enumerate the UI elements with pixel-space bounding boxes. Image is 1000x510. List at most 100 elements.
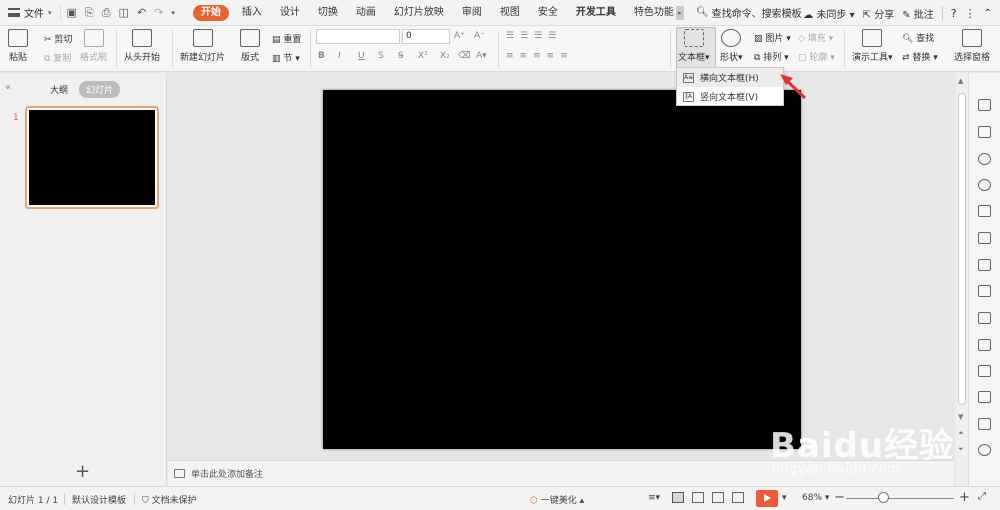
find-button[interactable]: 🔍︎ 查找	[902, 31, 934, 44]
normal-view-icon[interactable]	[672, 492, 684, 503]
zoom-slider-track[interactable]	[846, 498, 954, 499]
copy-button[interactable]: ⧉ 复制	[44, 51, 71, 64]
clear-format-icon[interactable]: ⌫	[458, 51, 471, 61]
section-button[interactable]: ▥ 节 ▾	[272, 51, 300, 64]
tab-view[interactable]: 视图	[491, 0, 529, 26]
print-icon[interactable]: ⎙	[102, 6, 111, 20]
protection-status[interactable]: ⛉ 文档未保护	[142, 493, 197, 506]
collapse-panel-icon[interactable]: «	[5, 82, 11, 93]
paste-button[interactable]: 粘贴	[8, 29, 28, 63]
arrange-button[interactable]: ⧉ 排列 ▾	[754, 50, 789, 63]
replace-button[interactable]: ⇄ 替换 ▾	[902, 50, 938, 63]
bold-icon[interactable]: B	[318, 51, 325, 61]
align-icons[interactable]: ≡≡≡≡≡	[506, 51, 574, 61]
tab-scroll-right-icon[interactable]: ▸	[675, 5, 684, 20]
picture-button[interactable]: ▨ 图片 ▾	[754, 31, 791, 44]
command-search[interactable]: 🔍︎ 查找命令、搜索模板	[696, 5, 802, 20]
text-box-button[interactable]: 文本框▾	[678, 29, 710, 63]
shadow-icon[interactable]: S	[378, 51, 384, 61]
fill-button[interactable]: ◇ 填充 ▾	[798, 31, 833, 44]
fit-window-icon[interactable]: ⤢	[978, 491, 986, 502]
superscript-icon[interactable]: X²	[418, 51, 428, 61]
export-icon[interactable]: ⎘	[85, 6, 94, 20]
print-preview-icon[interactable]: ◫	[119, 6, 129, 19]
more-icon[interactable]: ⋮	[965, 7, 976, 20]
fill-style-icon[interactable]	[978, 205, 991, 217]
tab-insert[interactable]: 插入	[233, 0, 271, 26]
scrollbar-thumb[interactable]	[958, 93, 966, 405]
layout-button[interactable]: 版式	[240, 29, 260, 63]
from-start-button[interactable]: 从头开始	[124, 29, 160, 63]
collapse-ribbon-icon[interactable]: ⌃	[984, 8, 992, 19]
new-slide-button[interactable]: 新建幻灯片	[180, 29, 225, 63]
italic-icon[interactable]: I	[338, 51, 341, 61]
tab-outline[interactable]: 大纲	[50, 83, 68, 96]
tab-slides[interactable]: 幻灯片	[79, 81, 121, 98]
tab-transition[interactable]: 切换	[309, 0, 347, 26]
archive-icon[interactable]	[978, 365, 991, 377]
tab-developer[interactable]: 开发工具	[567, 0, 625, 26]
play-slideshow-button[interactable]	[756, 490, 778, 507]
grid-icon[interactable]	[978, 232, 991, 244]
tab-animation[interactable]: 动画	[347, 0, 385, 26]
slide-thumbnail[interactable]	[25, 106, 159, 209]
slide[interactable]	[323, 90, 801, 449]
font-size-select[interactable]: 0	[402, 29, 450, 44]
settings-sliders-icon[interactable]	[978, 285, 991, 297]
vertical-text-box-item[interactable]: ‖A 竖向文本框(V)	[677, 87, 783, 106]
copy-style-icon[interactable]	[978, 126, 991, 138]
tab-slideshow[interactable]: 幻灯片放映	[385, 0, 453, 26]
slide-sorter-icon[interactable]	[692, 492, 704, 503]
slides-panel: « 大纲 幻灯片 1 +	[0, 73, 167, 486]
help-icon[interactable]: ?	[951, 7, 957, 20]
font-name-select[interactable]	[316, 29, 400, 44]
font-color-icon[interactable]: A▾	[476, 51, 487, 61]
present-tools-button[interactable]: 演示工具▾	[852, 29, 893, 63]
tab-special[interactable]: 特色功能	[625, 0, 676, 26]
scroll-up-icon[interactable]: ▲	[958, 77, 963, 85]
shape-style-icon[interactable]	[978, 153, 991, 165]
paragraph-icons[interactable]: ☰☰☰☰	[506, 31, 562, 41]
play-options-icon[interactable]: ▾	[782, 493, 787, 503]
zoom-slider-knob[interactable]	[878, 492, 889, 503]
document-icon[interactable]	[978, 312, 991, 324]
font-grow-icon[interactable]: A⁺	[454, 31, 465, 41]
outline-button[interactable]: ▢ 轮廓 ▾	[798, 50, 835, 63]
notes-toggle-icon[interactable]: ≡▾	[648, 493, 660, 503]
tab-review[interactable]: 审阅	[453, 0, 491, 26]
subscript-icon[interactable]: X₂	[440, 51, 450, 61]
chevron-down-icon[interactable]: ▾	[171, 9, 175, 17]
outline-view-icon[interactable]	[712, 492, 724, 503]
select-pane-button[interactable]: 选择窗格	[954, 29, 990, 63]
share-button[interactable]: ⇱ 分享	[863, 6, 895, 21]
template-name[interactable]: 默认设计模板	[72, 493, 126, 506]
redo-icon[interactable]: ↷	[154, 6, 163, 19]
format-painter-button[interactable]: 格式刷	[80, 29, 107, 63]
tab-security[interactable]: 安全	[529, 0, 567, 26]
chart-icon[interactable]	[978, 259, 991, 271]
underline-icon[interactable]: U	[358, 51, 365, 61]
font-shrink-icon[interactable]: A⁻	[474, 31, 485, 41]
comment-button[interactable]: ✎ 批注	[902, 6, 934, 21]
add-slide-icon[interactable]: +	[75, 461, 90, 482]
shape-button[interactable]: 形状▾	[720, 29, 743, 63]
strikethrough-icon[interactable]: S̶	[398, 51, 404, 61]
star-icon[interactable]	[978, 99, 991, 111]
reading-view-icon[interactable]	[732, 492, 744, 503]
horizontal-text-box-item[interactable]: A≡ 横向文本框(H)	[677, 68, 783, 87]
undo-icon[interactable]: ↶	[137, 6, 146, 19]
divider	[498, 30, 499, 68]
save-icon[interactable]: ▣	[67, 6, 77, 19]
export-icon[interactable]	[978, 339, 991, 351]
sync-button[interactable]: ☁ 未同步 ▾	[803, 6, 854, 21]
zoom-out-icon[interactable]: −	[834, 490, 845, 505]
cut-button[interactable]: ✂ 剪切	[44, 32, 72, 45]
reset-button[interactable]: ▤ 重置	[272, 32, 301, 45]
zoom-in-icon[interactable]: +	[959, 490, 970, 505]
file-menu[interactable]: 文件 ▾	[0, 0, 60, 26]
zoom-level[interactable]: 68% ▾	[802, 493, 829, 503]
tab-home[interactable]: 开始	[192, 4, 229, 21]
location-icon[interactable]	[978, 179, 991, 191]
beautify-button[interactable]: ⬡ 一键美化 ▴	[530, 493, 584, 506]
tab-design[interactable]: 设计	[271, 0, 309, 26]
